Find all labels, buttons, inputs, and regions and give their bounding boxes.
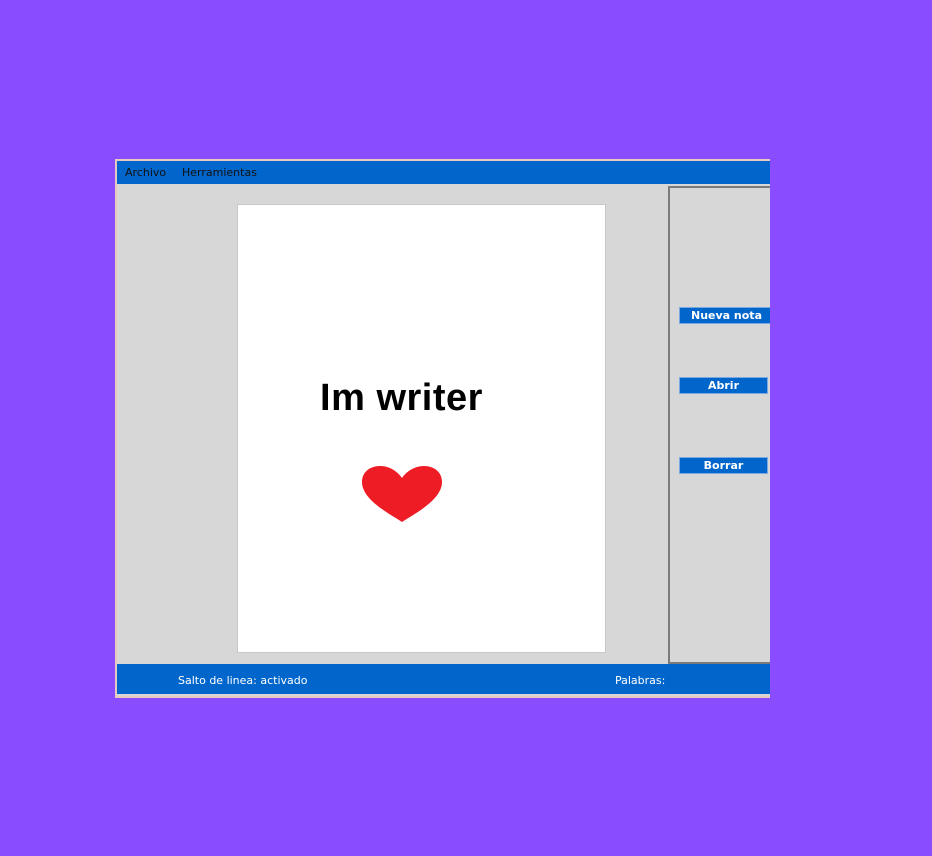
status-line-wrap: Salto de linea: activado xyxy=(178,674,308,687)
status-word-count: Palabras: xyxy=(615,674,666,687)
menu-archivo[interactable]: Archivo xyxy=(125,166,166,179)
document-page[interactable]: Im writer xyxy=(237,204,606,653)
document-text: Im writer xyxy=(320,377,483,419)
side-panel: Nueva nota Abrir Borrar xyxy=(668,186,770,664)
nueva-nota-button[interactable]: Nueva nota xyxy=(679,307,770,324)
heart-icon xyxy=(362,466,442,522)
menu-herramientas[interactable]: Herramientas xyxy=(182,166,257,179)
borrar-button[interactable]: Borrar xyxy=(679,457,768,474)
heart-shape xyxy=(362,466,442,522)
abrir-button[interactable]: Abrir xyxy=(679,377,768,394)
menu-bar: Archivo Herramientas xyxy=(117,161,770,184)
app-window: Archivo Herramientas Im writer Nueva not… xyxy=(115,159,770,698)
status-bar: Salto de linea: activado Palabras: xyxy=(117,664,770,694)
